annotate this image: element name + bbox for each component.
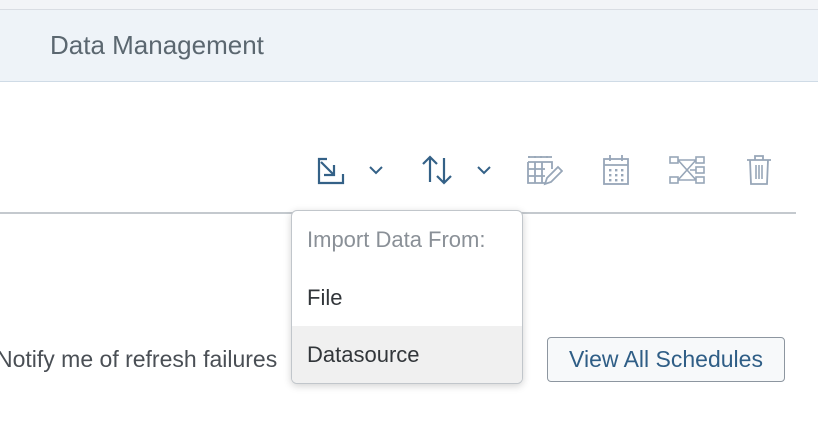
workflow-icon [669,156,705,184]
menu-header: Import Data From: [307,227,486,252]
page-title: Data Management [50,30,264,60]
trash-icon [747,155,771,185]
chevron-down-icon [477,166,491,175]
import-data-menu: Import Data From: File Datasource [291,210,523,384]
import-dropdown-toggle[interactable] [362,150,390,190]
chevron-down-icon [369,166,383,175]
edit-table-icon [527,156,563,186]
view-all-schedules-button[interactable]: View All Schedules [547,337,785,382]
edit-table-button[interactable] [524,150,564,190]
top-strip [0,0,818,10]
workflow-button[interactable] [666,150,708,190]
page-header: Data Management [0,10,818,82]
menu-item-file[interactable]: File [292,269,522,327]
notify-label: Notify me of refresh failures [0,346,278,372]
calendar-icon [603,155,629,185]
sort-icon [422,155,452,185]
sort-dropdown-toggle[interactable] [470,150,498,190]
sort-button[interactable] [417,150,457,190]
menu-item-datasource[interactable]: Datasource [292,326,522,383]
schedule-button[interactable] [597,150,635,190]
import-data-button[interactable] [310,150,350,190]
import-data-icon [317,157,345,185]
delete-button[interactable] [740,150,778,190]
toolbar [0,140,818,200]
